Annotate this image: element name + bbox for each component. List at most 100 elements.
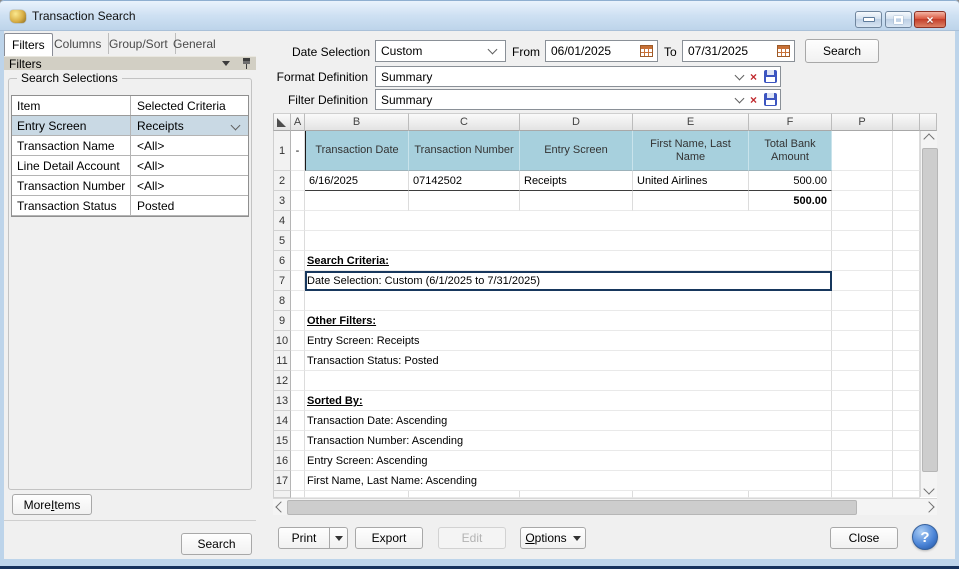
vertical-scrollbar-thumb[interactable] xyxy=(922,148,938,472)
grid-cell[interactable] xyxy=(305,191,409,211)
grid-cell[interactable] xyxy=(520,191,633,211)
row-number[interactable]: 14 xyxy=(273,411,291,431)
filter-row[interactable]: Transaction StatusPosted xyxy=(12,196,248,216)
scroll-left-icon[interactable] xyxy=(275,501,286,512)
grid-cell[interactable]: Entry Screen: Ascending xyxy=(305,451,832,471)
calendar-icon[interactable] xyxy=(640,45,653,57)
grid-cell[interactable]: First Name, Last Name: Ascending xyxy=(305,471,832,491)
grid-cell[interactable] xyxy=(832,271,893,291)
column-header-D[interactable]: D xyxy=(520,113,633,131)
filter-row[interactable]: Entry ScreenReceipts xyxy=(12,116,248,136)
restore-button[interactable] xyxy=(885,11,912,28)
grid-cell[interactable] xyxy=(832,231,893,251)
grid-cell[interactable]: Date Selection: Custom (6/1/2025 to 7/31… xyxy=(305,271,832,291)
row-number[interactable]: 11 xyxy=(273,351,291,371)
grid-cell[interactable] xyxy=(305,211,832,231)
grid-cell[interactable]: 500.00 xyxy=(749,171,832,191)
vertical-scrollbar[interactable] xyxy=(920,131,937,497)
scroll-up-icon[interactable] xyxy=(923,133,934,144)
grid-cell[interactable]: Entry Screen: Receipts xyxy=(305,331,832,351)
print-button[interactable]: Print xyxy=(278,527,330,549)
help-icon[interactable]: ? xyxy=(912,524,938,550)
print-dropdown-button[interactable] xyxy=(329,527,348,549)
row-number[interactable]: 15 xyxy=(273,431,291,451)
outline-collapse-button[interactable]: - xyxy=(291,131,305,171)
column-header-B[interactable]: B xyxy=(305,113,409,131)
row-number[interactable]: 7 xyxy=(273,271,291,291)
grid-cell[interactable] xyxy=(305,231,832,251)
grid-cell[interactable] xyxy=(832,291,893,311)
grid-cell[interactable] xyxy=(305,371,832,391)
grid-cell[interactable] xyxy=(832,431,893,451)
filter-criteria-cell[interactable]: Receipts xyxy=(131,116,248,135)
filter-definition-select[interactable]: Summary × xyxy=(375,89,781,110)
tab-filters[interactable]: Filters xyxy=(4,33,53,56)
grid-cell[interactable] xyxy=(832,451,893,471)
horizontal-scrollbar-thumb[interactable] xyxy=(287,500,857,515)
search-button[interactable]: Search xyxy=(805,39,879,63)
collapse-panel-icon[interactable] xyxy=(222,61,230,66)
filter-criteria-cell[interactable]: <All> xyxy=(131,136,248,155)
chevron-down-icon[interactable] xyxy=(735,70,745,80)
pin-icon[interactable] xyxy=(242,58,251,70)
filter-criteria-cell[interactable]: Posted xyxy=(131,196,248,215)
filter-row[interactable]: Transaction Name<All> xyxy=(12,136,248,156)
grid-cell[interactable] xyxy=(305,291,832,311)
row-number[interactable]: 13 xyxy=(273,391,291,411)
grid-cell[interactable]: Receipts xyxy=(520,171,633,191)
more-items-button[interactable]: More Items xyxy=(12,494,92,515)
row-number[interactable]: 6 xyxy=(273,251,291,271)
row-number[interactable]: 16 xyxy=(273,451,291,471)
grid-cell[interactable] xyxy=(832,411,893,431)
row-number[interactable]: 4 xyxy=(273,211,291,231)
grid-cell[interactable]: Transaction Number: Ascending xyxy=(305,431,832,451)
row-number[interactable]: 10 xyxy=(273,331,291,351)
delete-definition-icon[interactable]: × xyxy=(750,94,757,106)
row-number[interactable]: 5 xyxy=(273,231,291,251)
grid-cell[interactable] xyxy=(832,211,893,231)
grid-cell[interactable]: Transaction Date xyxy=(305,131,409,171)
close-window-button[interactable]: × xyxy=(914,11,946,28)
grid-cell[interactable] xyxy=(832,171,893,191)
grid-cell[interactable]: 07142502 xyxy=(409,171,520,191)
tab-general[interactable]: General xyxy=(166,33,223,54)
grid-cell[interactable]: First Name, Last Name xyxy=(633,131,749,171)
grid-cell[interactable] xyxy=(409,191,520,211)
grid-cell[interactable]: Transaction Number xyxy=(409,131,520,171)
minimize-button[interactable] xyxy=(855,11,882,28)
filter-row[interactable]: Line Detail Account<All> xyxy=(12,156,248,176)
filter-criteria-cell[interactable]: <All> xyxy=(131,156,248,175)
row-number[interactable]: 2 xyxy=(273,171,291,191)
grid-cell[interactable] xyxy=(832,471,893,491)
format-definition-select[interactable]: Summary × xyxy=(375,66,781,87)
tab-group-sort[interactable]: Group/Sort xyxy=(102,33,176,54)
close-button[interactable]: Close xyxy=(830,527,898,549)
horizontal-scrollbar[interactable] xyxy=(273,498,937,515)
column-header-blank[interactable] xyxy=(893,113,920,131)
grid-cell[interactable] xyxy=(832,191,893,211)
export-button[interactable]: Export xyxy=(355,527,423,549)
filters-search-button[interactable]: Search xyxy=(181,533,252,555)
column-header-A[interactable]: A xyxy=(291,113,305,131)
grid-cell[interactable]: Transaction Date: Ascending xyxy=(305,411,832,431)
grid-cell[interactable]: 500.00 xyxy=(749,191,832,211)
grid-cell[interactable] xyxy=(291,191,305,211)
column-header-C[interactable]: C xyxy=(409,113,520,131)
row-number[interactable]: 9 xyxy=(273,311,291,331)
grid-cell[interactable]: 6/16/2025 xyxy=(305,171,409,191)
grid-cell[interactable]: Transaction Status: Posted xyxy=(305,351,832,371)
grid-cell[interactable] xyxy=(832,311,893,331)
options-button[interactable]: Options xyxy=(520,527,586,549)
row-number[interactable]: 1 xyxy=(273,131,291,171)
grid-cell[interactable]: Search Criteria: xyxy=(305,251,832,271)
scroll-down-icon[interactable] xyxy=(923,483,934,494)
grid-cell[interactable]: Entry Screen xyxy=(520,131,633,171)
scroll-right-icon[interactable] xyxy=(923,501,934,512)
row-number[interactable]: 8 xyxy=(273,291,291,311)
calendar-icon[interactable] xyxy=(777,45,790,57)
row-number[interactable]: 17 xyxy=(273,471,291,491)
row-number[interactable]: 3 xyxy=(273,191,291,211)
grid-cell[interactable]: United Airlines xyxy=(633,171,749,191)
column-header-P[interactable]: P xyxy=(832,113,893,131)
save-icon[interactable] xyxy=(764,70,777,83)
